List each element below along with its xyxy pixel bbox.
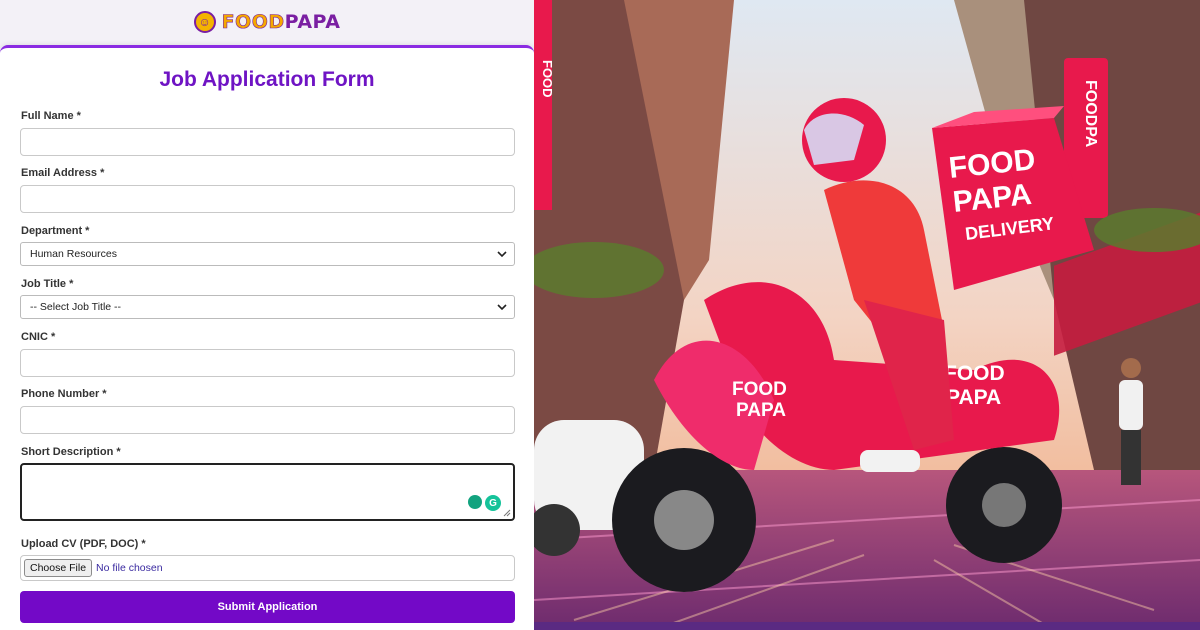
- logo-text-papa: PAPA: [284, 11, 341, 33]
- full-name-input[interactable]: [20, 128, 515, 156]
- cnic-label: CNIC *: [21, 331, 56, 343]
- application-panel: ☺ FOODPAPA Job Application Form Full Nam…: [0, 0, 534, 630]
- email-label: Email Address *: [21, 167, 105, 179]
- hero-image: FOOD FOODPA FOOD PAPA FOOD PAPA FOOD PAP…: [534, 0, 1200, 630]
- form-title: Job Application Form: [159, 68, 375, 91]
- cnic-input[interactable]: [20, 349, 515, 377]
- chevron-down-icon: [497, 304, 507, 311]
- job-title-label: Job Title *: [21, 278, 74, 290]
- grammarly-bulb-icon[interactable]: [468, 495, 482, 509]
- full-name-label: Full Name *: [21, 110, 81, 122]
- phone-input[interactable]: [20, 406, 515, 434]
- brand-logo[interactable]: FOODPAPA: [221, 11, 341, 34]
- neon-sign-left-text: FOOD: [540, 60, 555, 98]
- department-select[interactable]: Human Resources: [20, 242, 515, 266]
- rider-shoe: [860, 450, 920, 472]
- chevron-down-icon: [497, 251, 507, 258]
- file-status: No file chosen: [96, 562, 163, 574]
- delivery-rider-illustration: FOOD FOODPA FOOD PAPA FOOD PAPA FOOD PAP…: [534, 0, 1200, 630]
- scooter-logo-line2: PAPA: [736, 400, 786, 421]
- pedestrian: [1119, 380, 1143, 430]
- chef-mascot-icon: ☺: [193, 11, 216, 33]
- form-card: Job Application Form Full Name * Email A…: [0, 45, 534, 630]
- phone-label: Phone Number *: [21, 388, 107, 400]
- choose-file-button[interactable]: Choose File: [24, 559, 93, 577]
- scooter-logo-line1: FOOD: [732, 379, 787, 400]
- resize-handle-icon[interactable]: [503, 509, 511, 517]
- department-selected-value: Human Resources: [30, 248, 117, 260]
- submit-button[interactable]: Submit Application: [20, 591, 515, 623]
- grammarly-g-icon[interactable]: G: [485, 495, 501, 511]
- description-textarea[interactable]: G: [20, 463, 515, 521]
- description-label: Short Description *: [21, 446, 121, 458]
- logo-text-food: FOOD: [221, 11, 285, 34]
- bottom-bar: [534, 622, 1200, 630]
- logo-bar: ☺ FOODPAPA: [0, 0, 534, 44]
- grammarly-widget[interactable]: G: [468, 495, 501, 511]
- email-input[interactable]: [20, 185, 515, 213]
- neon-sign-right-text: FOODPA: [1082, 80, 1099, 148]
- cv-upload[interactable]: Choose File No file chosen: [20, 555, 515, 581]
- neon-sign-left: [534, 0, 552, 210]
- job-title-selected-value: -- Select Job Title --: [30, 301, 122, 313]
- cv-label: Upload CV (PDF, DOC) *: [21, 538, 146, 550]
- scooter-side-logo-line2: PAPA: [946, 386, 1001, 409]
- job-title-select[interactable]: -- Select Job Title --: [20, 295, 515, 319]
- department-label: Department *: [21, 225, 90, 237]
- scooter-side-logo-line1: FOOD: [944, 362, 1005, 385]
